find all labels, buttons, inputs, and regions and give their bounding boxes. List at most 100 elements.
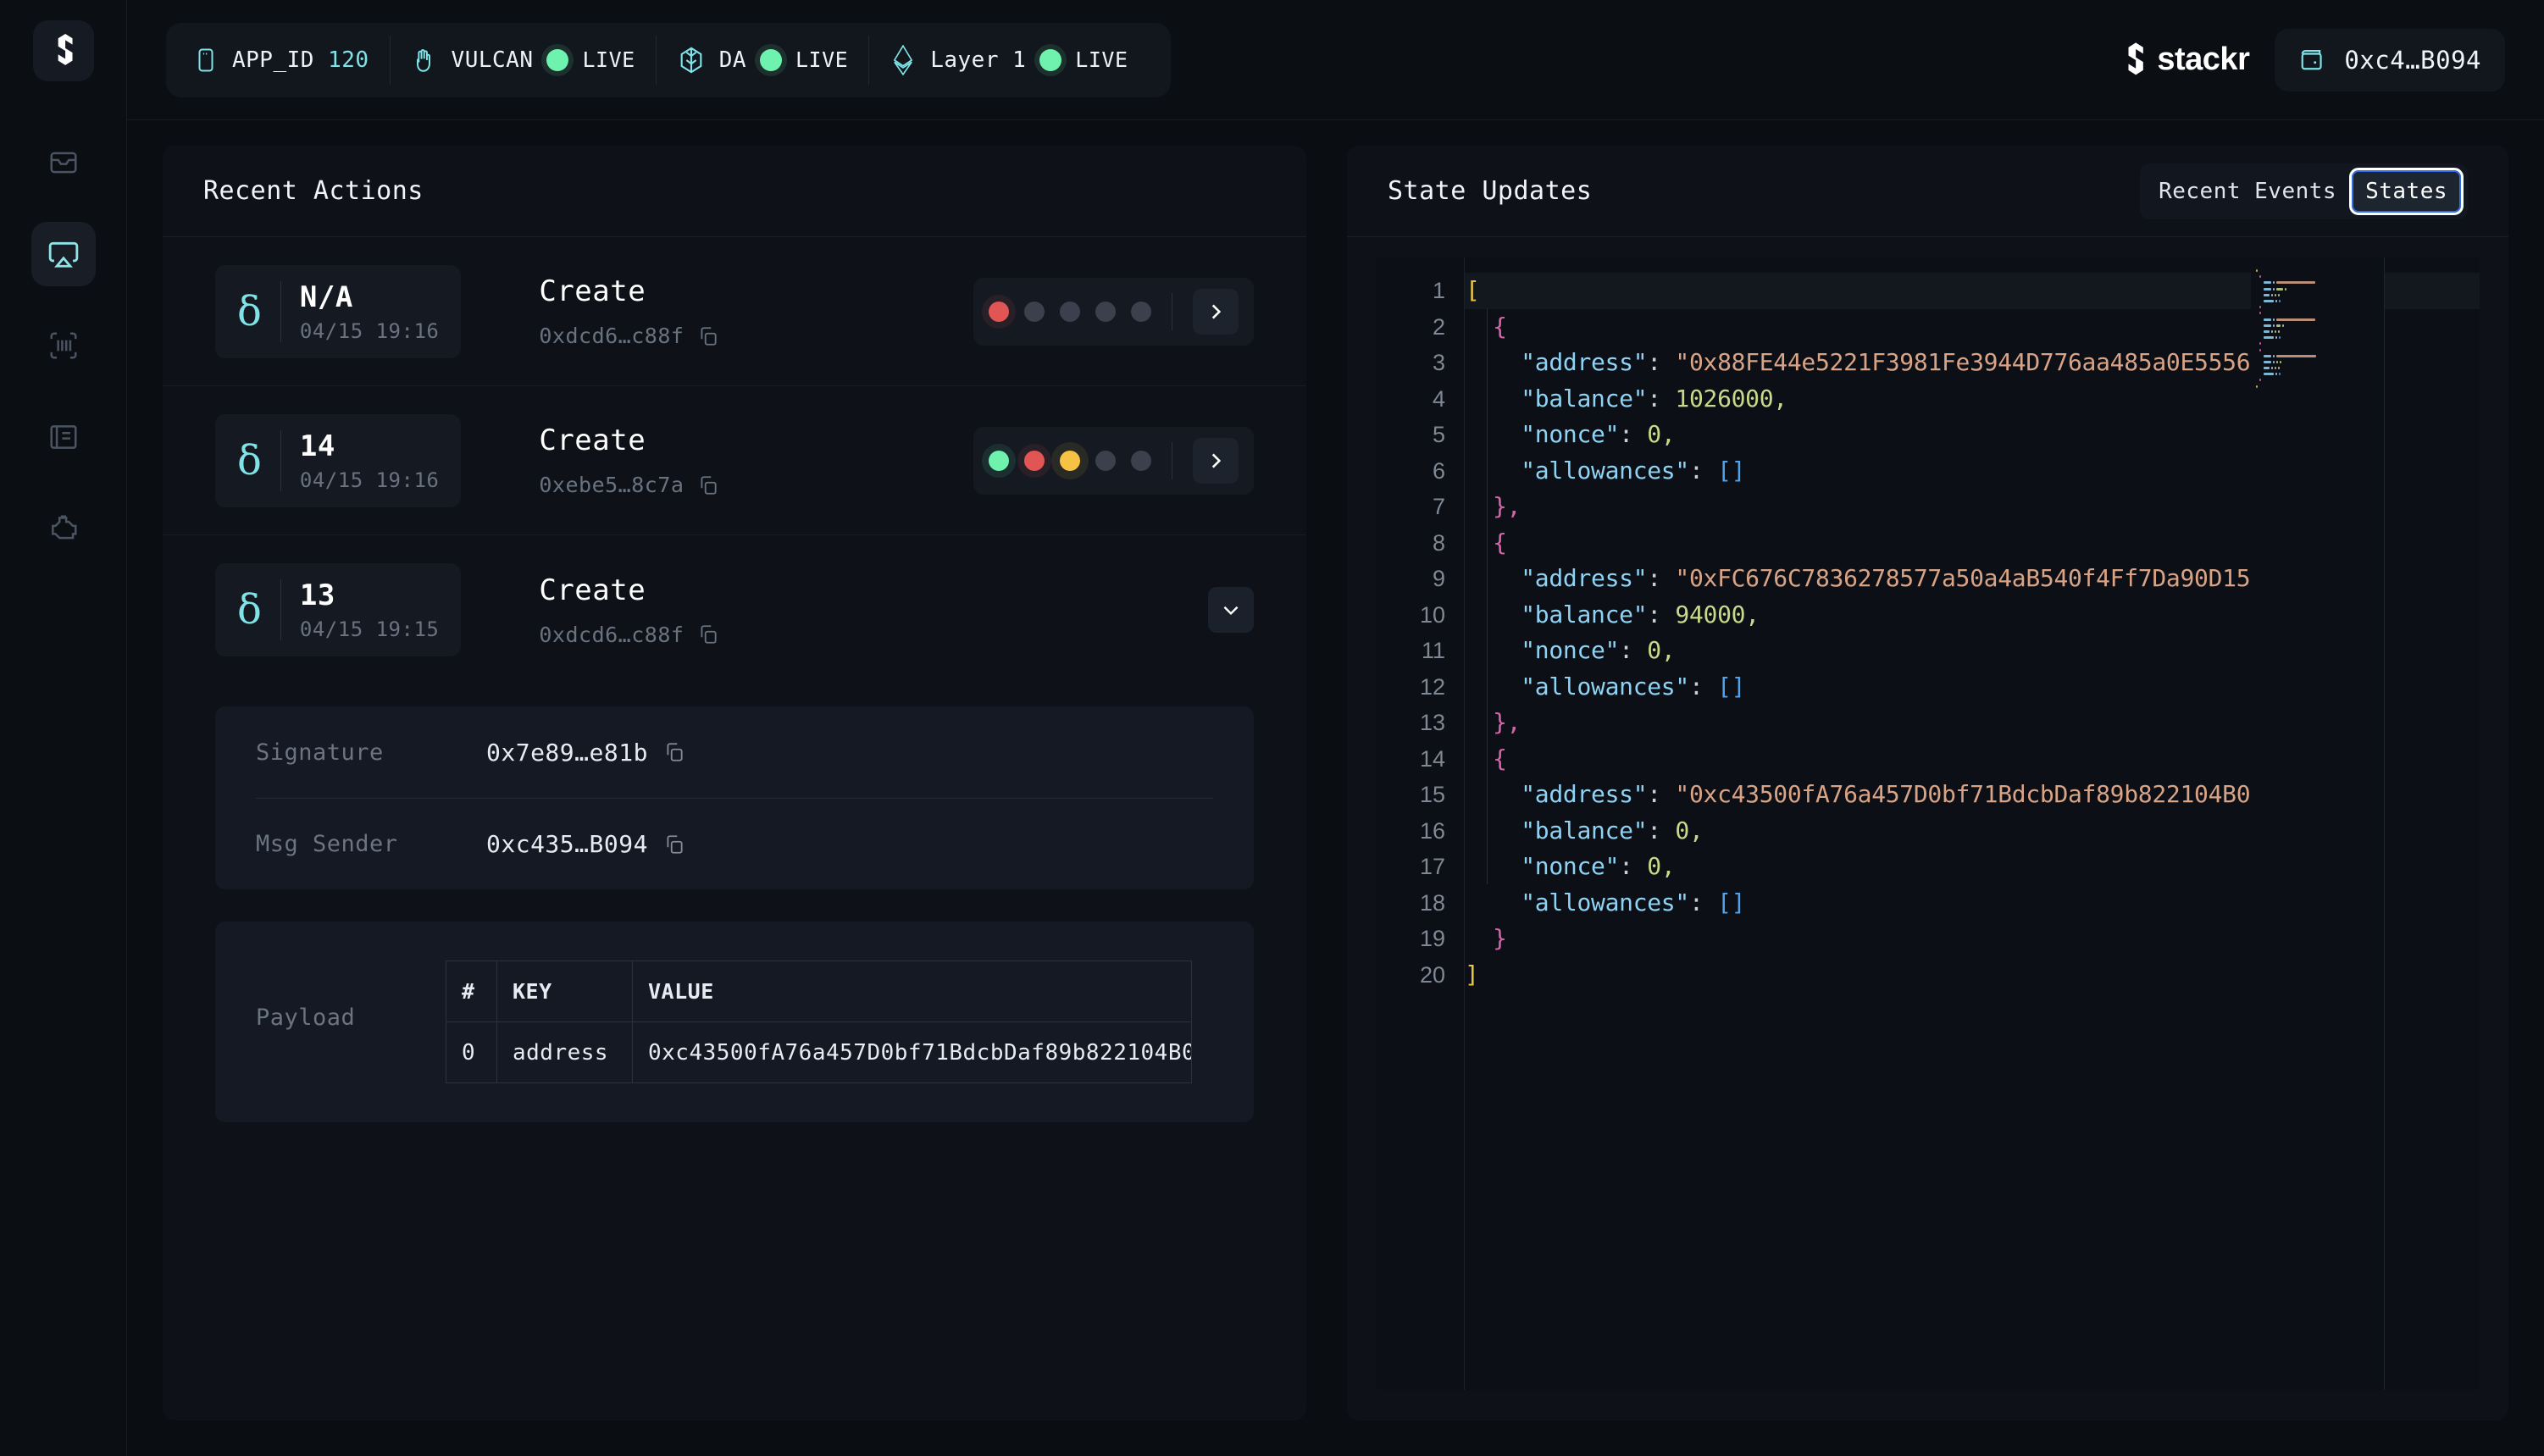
expand-action-button[interactable] <box>1193 288 1239 335</box>
minimap-line <box>2251 317 2385 323</box>
divider <box>280 429 281 491</box>
status-dot <box>1060 450 1080 471</box>
status-app-id[interactable]: APP_ID 120 <box>188 47 390 73</box>
payload-cell-value: 0xc43500fA76a457D0bf71BdcbDaf89b822104B0… <box>632 1021 1192 1083</box>
topbar-right: stackr 0xc4…B094 <box>2123 28 2505 91</box>
copy-icon[interactable] <box>697 474 719 496</box>
sidebar-item-scan[interactable] <box>31 313 96 378</box>
editor-line-number: 16 <box>1419 817 1445 844</box>
wallet-address: 0xc4…B094 <box>2344 45 2481 75</box>
rail-nav <box>30 130 96 561</box>
status-vulcan[interactable]: VULCAN LIVE <box>391 47 656 74</box>
editor-line-number: 10 <box>1419 601 1445 628</box>
minimap-line <box>2251 353 2385 359</box>
minimap-line <box>2251 304 2385 310</box>
table-row[interactable]: δ 14 04/15 19:16 Create 0xebe5…8c7a <box>163 386 1306 535</box>
editor-line-number: 5 <box>1432 422 1445 447</box>
status-dot <box>1131 450 1151 471</box>
minimap-line <box>2251 268 2385 274</box>
json-code-editor[interactable]: 1 2 3 4 5 6 7 8 9 10 11 12 13 14 15 16 17 18 19 20 [ { "add… <box>1376 257 2480 1390</box>
editor-line-number: 20 <box>1419 961 1445 988</box>
copy-icon[interactable] <box>663 833 685 855</box>
editor-minimap[interactable] <box>2251 257 2385 1390</box>
brand: stackr <box>2123 42 2250 78</box>
sidebar-item-airplay[interactable] <box>30 222 96 286</box>
payload-cell-index: 0 <box>446 1021 497 1083</box>
editor-line-number: 2 <box>1432 313 1445 340</box>
editor-line-number: 3 <box>1432 350 1445 375</box>
status-da[interactable]: DA LIVE <box>657 46 869 75</box>
wallet-button[interactable]: 0xc4…B094 <box>2275 28 2505 91</box>
app-logo[interactable] <box>32 20 94 81</box>
delta-icon: δ <box>237 586 262 634</box>
brand-name: stackr <box>2157 42 2250 77</box>
delta-icon: δ <box>237 287 262 335</box>
editor-line-number: 18 <box>1419 889 1445 916</box>
minimap-line <box>2251 365 2385 371</box>
stackr-logo-icon <box>2128 42 2144 75</box>
signature-label: Signature <box>256 739 384 766</box>
sidebar-item-engine[interactable] <box>31 496 96 561</box>
action-timestamp: 04/15 19:15 <box>299 617 440 641</box>
minimap-line <box>2251 335 2385 340</box>
payload-card: Payload # KEY VALUE 0 address 0xc43500fA… <box>215 922 1254 1122</box>
table-row[interactable]: δ N/A 04/15 19:16 Create 0xdcd6…c88f <box>163 237 1306 386</box>
copy-icon[interactable] <box>697 623 719 645</box>
chevron-down-icon <box>1223 606 1239 616</box>
editor-line-number: 4 <box>1432 385 1445 412</box>
action-number: 14 <box>299 429 335 463</box>
payload-row: 0 address 0xc43500fA76a457D0bf71BdcbDaf8… <box>446 1021 1192 1083</box>
engine-icon <box>51 515 77 540</box>
action-badge: δ 14 04/15 19:16 <box>215 413 462 507</box>
minimap-line <box>2251 280 2385 285</box>
table-row[interactable]: δ 13 04/15 19:15 Create 0xdcd6…c88f <box>163 535 1306 684</box>
minimap-line <box>2251 274 2385 280</box>
status-vulcan-label: VULCAN <box>451 47 534 73</box>
content-body: Recent Actions δ N/A 04/15 19:16 Create … <box>127 120 2544 1456</box>
msg-sender-label: Msg Sender <box>256 831 398 857</box>
sidebar-item-inbox[interactable] <box>31 130 96 195</box>
status-dot <box>1024 450 1045 471</box>
tab-recent-events[interactable]: Recent Events <box>2147 172 2348 211</box>
status-dot <box>1024 301 1045 322</box>
editor-line-number: 14 <box>1419 745 1445 772</box>
editor-line-number: 7 <box>1432 494 1445 519</box>
editor-line-number: 9 <box>1432 566 1445 591</box>
status-dot-group <box>973 277 1254 346</box>
state-updates-header: State Updates Recent Events States <box>1347 146 2508 237</box>
status-dot <box>1095 301 1116 322</box>
tab-states[interactable]: States <box>2349 167 2464 215</box>
status-live-dot <box>1039 48 1062 71</box>
action-detail: Signature 0x7e89…e81b Msg Sender 0xc435…… <box>163 684 1306 1122</box>
editor-line-number: 17 <box>1419 854 1445 879</box>
payload-table: # KEY VALUE 0 address 0xc43500fA76a457D0… <box>446 961 1213 1083</box>
status-live-dot <box>760 48 782 71</box>
action-hash: 0xdcd6…c88f <box>539 622 684 647</box>
action-hash: 0xdcd6…c88f <box>539 324 684 348</box>
action-main: Create 0xdcd6…c88f <box>539 274 719 348</box>
minimap-line <box>2251 286 2385 292</box>
actions-list: δ N/A 04/15 19:16 Create 0xdcd6…c88f δ 1… <box>163 237 1306 1420</box>
status-app-id-label: APP_ID <box>232 47 314 73</box>
msg-sender-value: 0xc435…B094 <box>486 830 648 858</box>
minimap-line <box>2251 371 2385 377</box>
recent-actions-panel: Recent Actions δ N/A 04/15 19:16 Create … <box>163 146 1306 1420</box>
airplay-icon <box>48 241 78 268</box>
action-badge: δ N/A 04/15 19:16 <box>215 264 462 358</box>
minimap-line <box>2251 359 2385 365</box>
copy-icon[interactable] <box>663 741 685 763</box>
status-app-id-value: 120 <box>328 47 369 73</box>
expand-action-button[interactable] <box>1193 437 1239 484</box>
collapse-action-button[interactable] <box>1208 587 1254 633</box>
sidebar-item-notebook[interactable] <box>31 405 96 469</box>
minimap-line <box>2251 292 2385 298</box>
status-layer1[interactable]: Layer 1 LIVE <box>869 44 1148 75</box>
editor-line-number: 1 <box>1432 278 1445 303</box>
topbar: APP_ID 120 VULCAN LIVE DA LIVE Layer 1 L… <box>127 0 2544 120</box>
divider <box>280 579 281 640</box>
wallet-icon <box>2298 47 2327 73</box>
copy-icon[interactable] <box>697 325 719 347</box>
action-name: Create <box>539 274 646 308</box>
notebook-icon <box>49 425 77 449</box>
minimap-slider[interactable] <box>2384 257 2385 1390</box>
